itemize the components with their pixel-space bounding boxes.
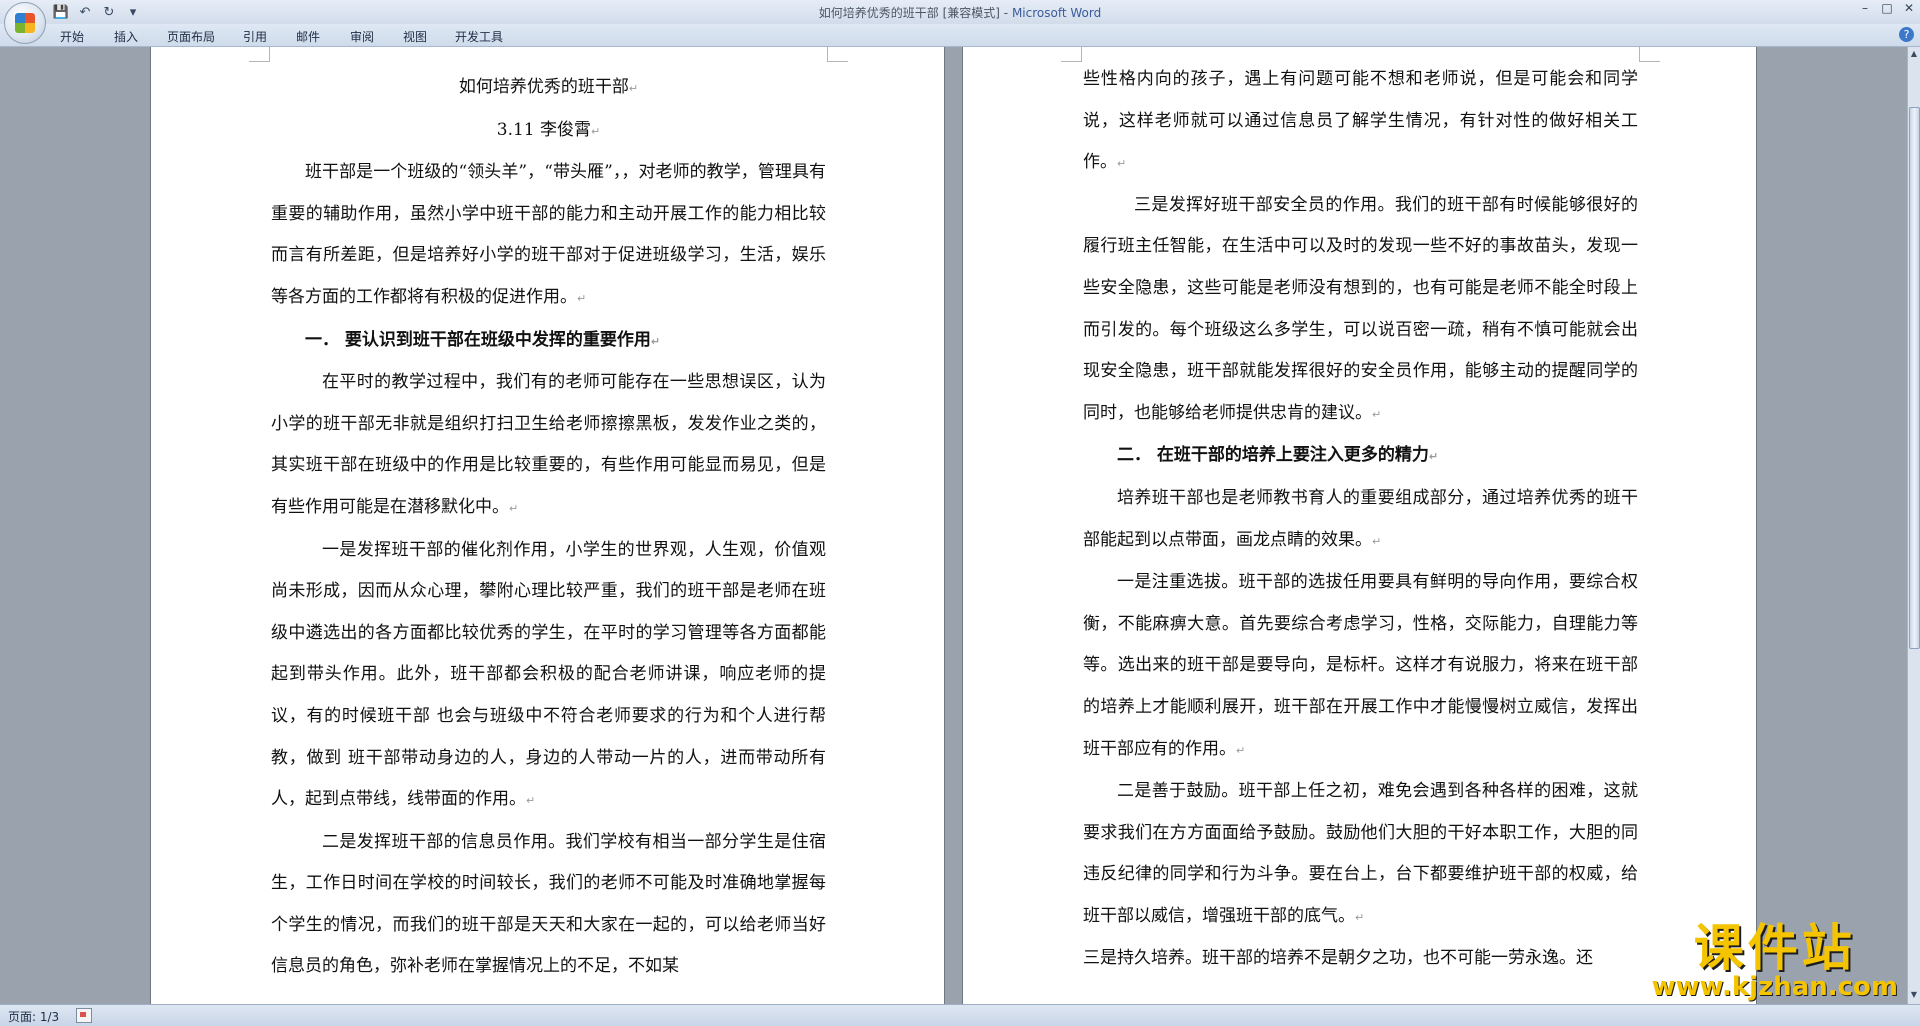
close-button[interactable]: ✕ [1898, 0, 1920, 18]
watermark-logo: 课件站 www.kjzhan.com [1652, 922, 1898, 1000]
title-bar: 💾 ↶ ↻ ▾ 如何培养优秀的班干部 [兼容模式] - Microsoft Wo… [0, 0, 1920, 24]
tab-home[interactable]: 开始 [60, 28, 84, 45]
tab-page-layout[interactable]: 页面布局 [167, 28, 215, 45]
page-2[interactable]: 些性格内向的孩子，遇上有问题可能不想和老师说，但是可能会和同学说，这样老师就可以… [963, 47, 1756, 1004]
page-2-text: 些性格内向的孩子，遇上有问题可能不想和老师说，但是可能会和同学说，这样老师就可以… [1083, 59, 1638, 980]
scrollbar-thumb[interactable] [1909, 107, 1920, 649]
crop-mark [249, 47, 270, 62]
document-area: 如何培养优秀的班干部↵ 3.11 李俊霄↵ 班干部是一个班级的“领头羊”，“带头… [0, 47, 1908, 1004]
doc-title: 如何培养优秀的班干部↵ [458, 77, 639, 97]
page-1[interactable]: 如何培养优秀的班干部↵ 3.11 李俊霄↵ 班干部是一个班级的“领头羊”，“带头… [151, 47, 944, 1004]
tab-view[interactable]: 视图 [403, 28, 427, 45]
paragraph: 二是善于鼓励。班干部上任之初，难免会遇到各种各样的困难，这就要求我们在方方面面给… [1083, 781, 1638, 926]
window-title: 如何培养优秀的班干部 [兼容模式] - Microsoft Word [0, 4, 1920, 21]
proofing-icon[interactable] [76, 1008, 92, 1023]
paragraph: 三是发挥好班干部安全员的作用。我们的班干部有时候能够很好的履行班主任智能，在生活… [1083, 194, 1638, 423]
watermark-title: 课件站 [1693, 919, 1856, 977]
office-button[interactable] [4, 2, 46, 44]
paragraph: 一是注重选拔。班干部的选拔任用要具有鲜明的导向作用，要综合权衡，不能麻痹大意。首… [1083, 572, 1638, 759]
page-indicator[interactable]: 页面: 1/3 [8, 1008, 59, 1025]
document-title: 如何培养优秀的班干部 [兼容模式] [818, 6, 1000, 20]
tab-references[interactable]: 引用 [243, 28, 267, 45]
help-icon[interactable]: ? [1899, 27, 1914, 42]
paragraph: 二是发挥班干部的信息员作用。我们学校有相当一部分学生是住宿生，工作日时间在学校的… [271, 831, 826, 977]
ribbon-tabs: 开始 插入 页面布局 引用 邮件 审阅 视图 开发工具 ? [0, 24, 1920, 47]
watermark-url: www.kjzhan.com [1651, 972, 1898, 1002]
crop-mark [1639, 47, 1660, 62]
paragraph: 些性格内向的孩子，遇上有问题可能不想和老师说，但是可能会和同学说，这样老师就可以… [1083, 69, 1638, 173]
tab-review[interactable]: 审阅 [350, 28, 374, 45]
tab-developer[interactable]: 开发工具 [455, 28, 503, 45]
minimize-button[interactable]: – [1854, 0, 1876, 18]
office-logo-icon [15, 13, 35, 33]
section-heading-2: 二． 在班干部的培养上要注入更多的精力↵ [1117, 445, 1439, 466]
page-1-text: 如何培养优秀的班干部↵ 3.11 李俊霄↵ 班干部是一个班级的“领头羊”，“带头… [271, 67, 826, 988]
window-controls: – □ ✕ [1854, 0, 1920, 18]
status-bar: 页面: 1/3 [0, 1004, 1920, 1026]
tab-insert[interactable]: 插入 [114, 28, 138, 45]
maximize-button[interactable]: □ [1876, 0, 1898, 18]
tab-mailings[interactable]: 邮件 [296, 28, 320, 45]
scroll-down-icon[interactable]: ▼ [1909, 990, 1919, 1002]
title-separator: - [999, 6, 1012, 20]
doc-author: 3.11 李俊霄↵ [496, 119, 601, 140]
scroll-up-icon[interactable]: ▲ [1909, 49, 1919, 61]
paragraph: 培养班干部也是老师教书育人的重要组成部分，通过培养优秀的班干部能起到以点带面，画… [1083, 487, 1638, 550]
crop-mark [1061, 47, 1082, 62]
crop-mark [827, 47, 848, 62]
paragraph: 三是持久培养。班干部的培养不是朝夕之功，也不可能一劳永逸。还 [1083, 948, 1593, 969]
paragraph: 在平时的教学过程中，我们有的老师可能存在一些思想误区，认为小学的班干部无非就是组… [271, 372, 826, 517]
vertical-scrollbar[interactable]: ▲ ▼ [1907, 47, 1920, 1004]
section-heading-1: 一． 要认识到班干部在班级中发挥的重要作用↵ [305, 329, 661, 350]
paragraph: 班干部是一个班级的“领头羊”，“带头雁”，，对老师的教学，管理具有重要的辅助作用… [271, 162, 826, 307]
app-name: Microsoft Word [1011, 6, 1102, 20]
paragraph: 一是发挥班干部的催化剂作用，小学生的世界观，人生观，价值观尚未形成，因而从众心理… [271, 539, 826, 810]
